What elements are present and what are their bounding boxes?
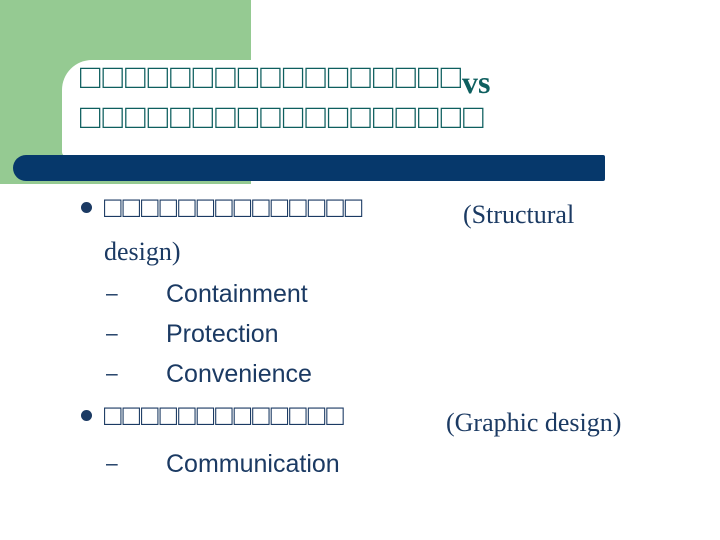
bullet-2-overlay-graphic-design: (Graphic design) <box>446 408 622 437</box>
title-line-1: □□□□□□□□□□□□□□□□□ vs <box>80 58 720 100</box>
bullet-2-tofu-before: □□□□□□□□□ <box>104 400 271 432</box>
bullet-1-tofu-before: □□□□□□□□□ <box>104 192 271 224</box>
bullet-2-tofu-after: □□□□ <box>270 400 345 432</box>
title-vs-overlay: vs <box>462 64 491 100</box>
bullet-level1: □□□□□□□□□□□□□□ (Structural <box>78 186 720 230</box>
slide-body: □□□□□□□□□□□□□□ (Structural design) – Con… <box>78 186 720 484</box>
slide-title: □□□□□□□□□□□□□□□□□ vs □□□□□□□□□□□□□□□□□□ <box>80 58 720 138</box>
navy-divider-bar <box>13 155 605 181</box>
sub-bullet-protection-label: Protection <box>166 320 279 348</box>
title-line-1-text: □□□□□□□□□□□□□□□□□ <box>80 59 464 96</box>
slide-canvas: □□□□□□□□□□□□□□□□□ vs □□□□□□□□□□□□□□□□□□ … <box>0 0 720 540</box>
bullet-dot-icon <box>81 410 92 421</box>
dash-icon: – <box>106 282 118 305</box>
bullet-1-tofu-after: □□□□□ <box>270 192 364 224</box>
sub-bullet-convenience: – Convenience <box>78 354 720 394</box>
sub-bullet-convenience-label: Convenience <box>166 360 312 388</box>
bullet-1-wrap-line: design) <box>104 237 181 266</box>
bullet-level1: □□□□□□□□□□□□□ (Graphic design) <box>78 394 720 438</box>
bullet-dot-icon <box>81 202 92 213</box>
title-line-2-text: □□□□□□□□□□□□□□□□□□ <box>80 99 486 136</box>
dash-icon: – <box>106 452 118 475</box>
sub-bullet-communication: – Communication <box>78 444 720 484</box>
dash-icon: – <box>106 322 118 345</box>
sub-bullet-communication-label: Communication <box>166 450 340 478</box>
sub-bullet-containment: – Containment <box>78 274 720 314</box>
sub-bullet-protection: – Protection <box>78 314 720 354</box>
dash-icon: – <box>106 362 118 385</box>
title-line-2: □□□□□□□□□□□□□□□□□□ <box>80 98 720 138</box>
bullet-1-overlay-structural: (Structural <box>463 200 575 229</box>
sub-bullet-containment-label: Containment <box>166 280 308 308</box>
